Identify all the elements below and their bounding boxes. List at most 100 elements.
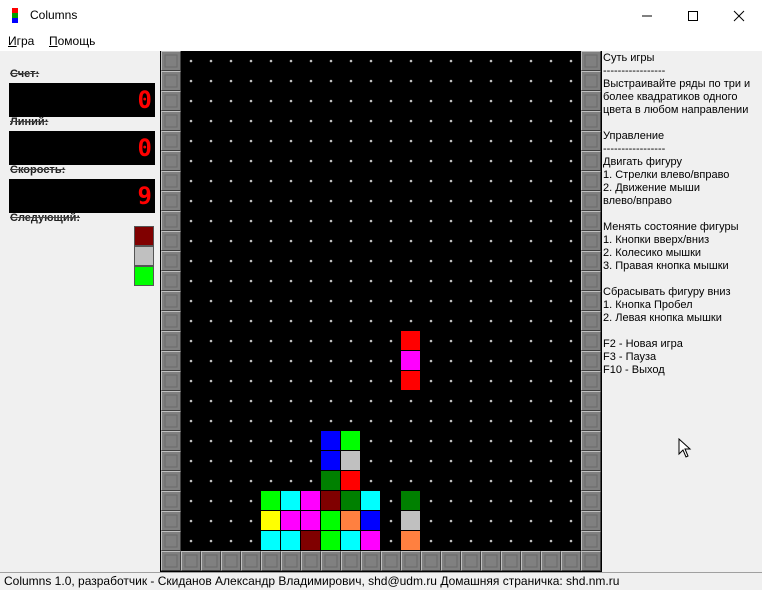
grid-dot	[369, 259, 373, 263]
wall-tile	[321, 551, 341, 571]
grid-dot	[489, 139, 493, 143]
grid-dot	[429, 79, 433, 83]
grid-dot	[509, 279, 513, 283]
grid-dot	[429, 219, 433, 223]
grid-dot	[569, 439, 573, 443]
close-button[interactable]	[716, 0, 762, 31]
grid-dot	[549, 359, 553, 363]
wall-tile	[161, 431, 181, 451]
game-board-canvas	[161, 51, 601, 571]
score-display: 0	[9, 83, 155, 117]
stacked-block	[301, 511, 320, 530]
grid-dot	[549, 219, 553, 223]
game-board[interactable]	[160, 51, 602, 572]
menu-game[interactable]: Игра	[8, 34, 34, 48]
grid-dot	[269, 179, 273, 183]
grid-dot	[309, 59, 313, 63]
grid-dot	[529, 499, 533, 503]
grid-dot	[429, 439, 433, 443]
grid-dot	[209, 419, 213, 423]
wall-tile	[161, 511, 181, 531]
lines-display: 0	[9, 131, 155, 165]
grid-dot	[229, 439, 233, 443]
grid-dot	[189, 259, 193, 263]
wall-tile	[161, 371, 181, 391]
grid-dot	[229, 399, 233, 403]
grid-dot	[189, 459, 193, 463]
help-line: F2 - Новая игра	[603, 338, 683, 350]
grid-dot	[449, 99, 453, 103]
grid-dot	[309, 259, 313, 263]
wall-tile	[161, 151, 181, 171]
wall-tile	[581, 131, 601, 151]
grid-dot	[189, 159, 193, 163]
grid-dot	[529, 539, 533, 543]
grid-dot	[269, 379, 273, 383]
grid-dot	[349, 379, 353, 383]
grid-dot	[409, 119, 413, 123]
grid-dot	[569, 199, 573, 203]
grid-dot	[189, 219, 193, 223]
grid-dot	[349, 319, 353, 323]
grid-dot	[349, 199, 353, 203]
wall-tile	[581, 431, 601, 451]
grid-dot	[289, 299, 293, 303]
wall-tile	[161, 131, 181, 151]
grid-dot	[389, 239, 393, 243]
wall-tile	[161, 411, 181, 431]
grid-dot	[509, 399, 513, 403]
grid-dot	[389, 499, 393, 503]
grid-dot	[529, 319, 533, 323]
grid-dot	[249, 399, 253, 403]
grid-dot	[249, 59, 253, 63]
grid-dot	[529, 159, 533, 163]
wall-tile	[581, 171, 601, 191]
grid-dot	[349, 179, 353, 183]
next-piece-block	[134, 246, 154, 266]
grid-dot	[189, 379, 193, 383]
grid-dot	[469, 159, 473, 163]
grid-dot	[489, 499, 493, 503]
grid-dot	[249, 439, 253, 443]
grid-dot	[289, 259, 293, 263]
grid-dot	[209, 59, 213, 63]
wall-tile	[381, 551, 401, 571]
stacked-block	[321, 471, 340, 490]
grid-dot	[429, 99, 433, 103]
grid-dot	[409, 399, 413, 403]
wall-tile	[581, 291, 601, 311]
help-line: Двигать фигуру	[603, 156, 682, 168]
menu-help[interactable]: Помощь	[49, 34, 95, 48]
maximize-button[interactable]	[670, 0, 716, 31]
help-line: -----------------	[603, 143, 666, 155]
grid-dot	[409, 159, 413, 163]
grid-dot	[409, 299, 413, 303]
grid-dot	[569, 539, 573, 543]
grid-dot	[229, 79, 233, 83]
wall-tile	[161, 271, 181, 291]
grid-dot	[309, 79, 313, 83]
grid-dot	[249, 319, 253, 323]
grid-dot	[269, 259, 273, 263]
grid-dot	[249, 139, 253, 143]
wall-tile	[501, 551, 521, 571]
wall-tile	[201, 551, 221, 571]
grid-dot	[549, 299, 553, 303]
grid-dot	[209, 199, 213, 203]
minimize-button[interactable]	[624, 0, 670, 31]
grid-dot	[269, 479, 273, 483]
grid-dot	[189, 79, 193, 83]
grid-dot	[209, 99, 213, 103]
grid-dot	[249, 279, 253, 283]
grid-dot	[529, 219, 533, 223]
wall-tile	[161, 331, 181, 351]
grid-dot	[309, 459, 313, 463]
wall-tile	[161, 551, 181, 571]
grid-dot	[209, 459, 213, 463]
falling-block	[401, 331, 420, 350]
grid-dot	[269, 239, 273, 243]
grid-dot	[489, 519, 493, 523]
wall-tile	[161, 211, 181, 231]
grid-dot	[549, 119, 553, 123]
grid-dot	[289, 139, 293, 143]
